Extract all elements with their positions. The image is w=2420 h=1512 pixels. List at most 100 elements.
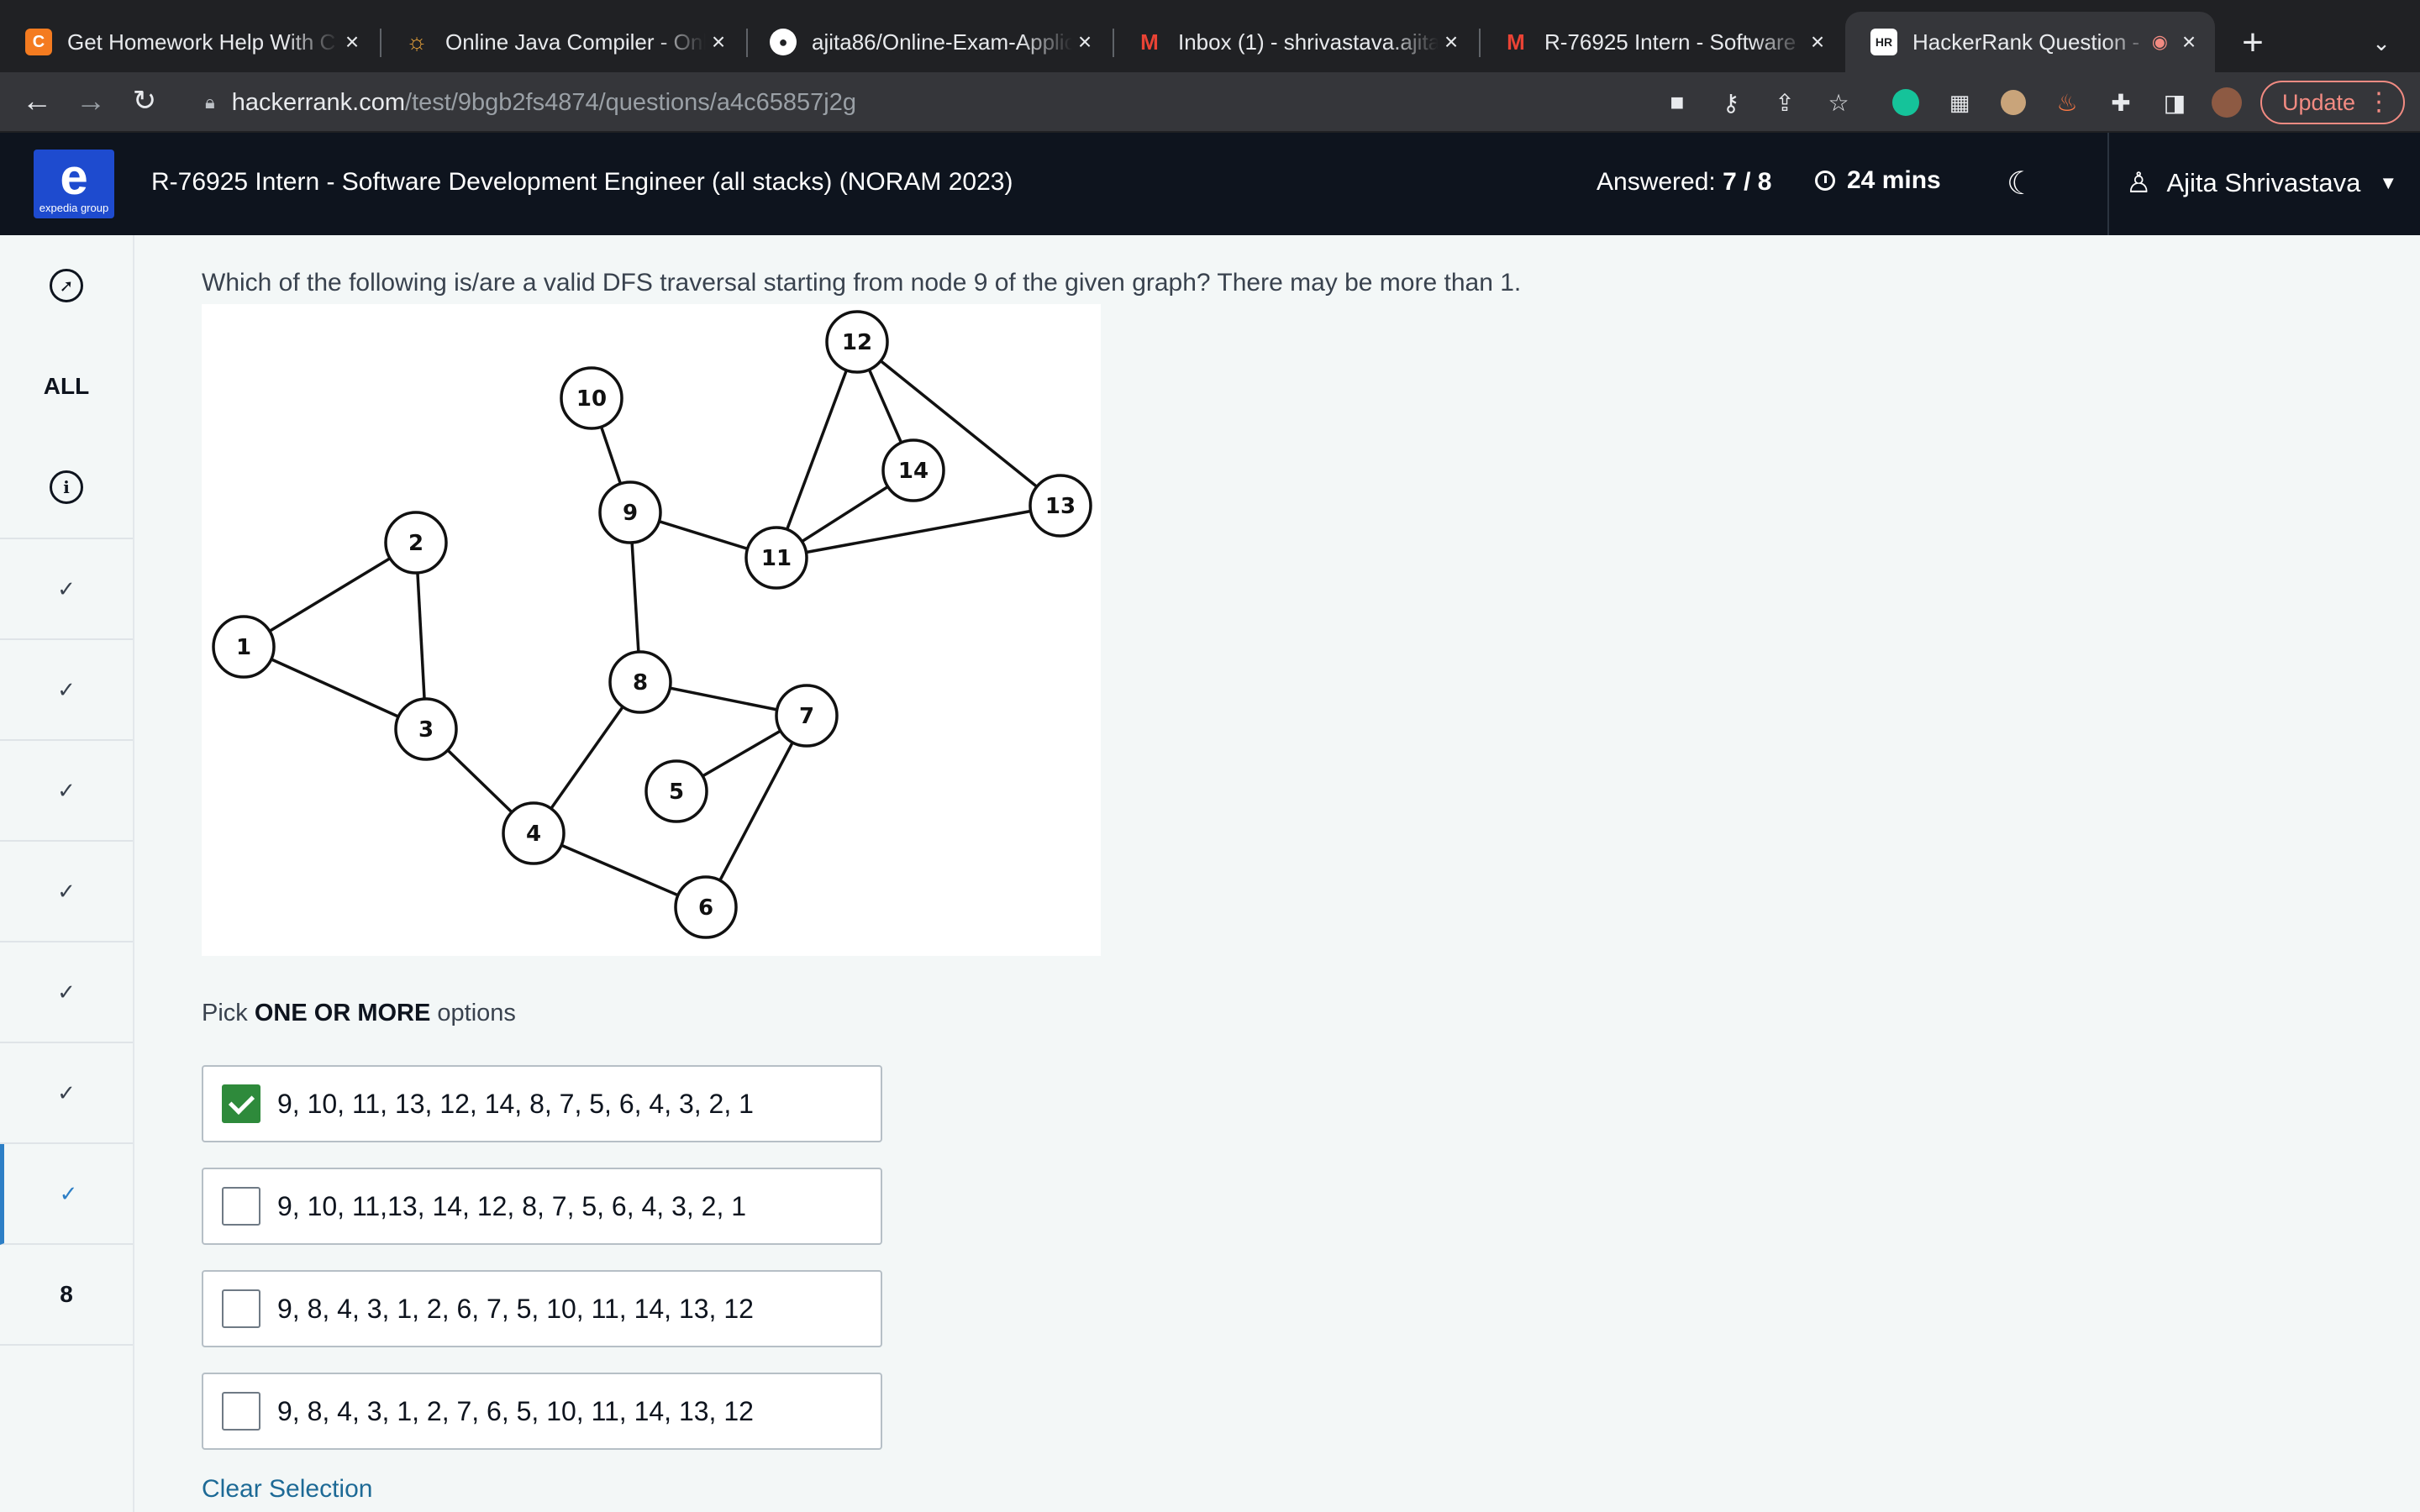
- question-nav-item-3[interactable]: ✓: [0, 741, 133, 842]
- user-icon: ♙: [2126, 167, 2152, 199]
- timer-value: 24 mins: [1847, 166, 1941, 194]
- update-button[interactable]: Update ⋮: [2260, 81, 2405, 124]
- all-label: ALL: [43, 373, 90, 399]
- pick-suffix: options: [437, 1000, 516, 1026]
- question-nav-item-2[interactable]: ✓: [0, 640, 133, 741]
- share-icon[interactable]: ⇪: [1766, 84, 1803, 121]
- option-3-checkbox[interactable]: [222, 1289, 260, 1328]
- option-1-checkbox[interactable]: [222, 1084, 260, 1123]
- grammarly-icon[interactable]: [1887, 84, 1924, 121]
- qr-code-icon[interactable]: ▦: [1941, 84, 1978, 121]
- option-4-text: 9, 8, 4, 3, 1, 2, 7, 6, 5, 10, 11, 14, 1…: [277, 1395, 754, 1426]
- graph-node-label-5: 5: [669, 780, 684, 805]
- update-label: Update: [2282, 89, 2356, 115]
- tab-search-icon[interactable]: ⌄: [2363, 22, 2400, 64]
- gmail-icon: M: [1140, 29, 1159, 55]
- extension-face-icon[interactable]: [1995, 84, 2032, 121]
- close-icon[interactable]: ×: [706, 29, 731, 55]
- option-2[interactable]: 9, 10, 11,13, 14, 12, 8, 7, 5, 6, 4, 3, …: [202, 1168, 882, 1245]
- expedia-logo: e expedia group: [34, 150, 114, 218]
- checkmark-icon: ✓: [59, 1180, 78, 1206]
- question-nav-item-7[interactable]: ✓: [0, 1144, 133, 1245]
- user-name: Ajita Shrivastava: [2166, 168, 2361, 197]
- tab-title: R-76925 Intern - Software: [1544, 29, 1797, 55]
- checkmark-icon: ✓: [57, 575, 76, 601]
- close-icon[interactable]: ×: [339, 29, 365, 55]
- pick-instruction: Pick ONE OR MORE options: [202, 1000, 516, 1027]
- side-panel-icon[interactable]: ◨: [2156, 84, 2193, 121]
- close-icon[interactable]: ×: [1805, 29, 1830, 55]
- question-text: Which of the following is/are a valid DF…: [202, 269, 1522, 297]
- option-1-text: 9, 10, 11, 13, 12, 14, 8, 7, 5, 6, 4, 3,…: [277, 1088, 754, 1119]
- reload-icon[interactable]: ↻: [124, 81, 165, 121]
- graph-node-label-9: 9: [623, 501, 638, 526]
- user-menu[interactable]: ♙ Ajita Shrivastava ▼: [2126, 166, 2397, 200]
- question-nav-item-8[interactable]: 8: [0, 1245, 133, 1346]
- gmail-icon: M: [1507, 29, 1525, 55]
- more-vert-icon: ⋮: [2366, 88, 2391, 116]
- logo-subtext: expedia group: [39, 202, 109, 214]
- collapse-sidebar-button[interactable]: ➚: [0, 235, 133, 336]
- dark-mode-moon-icon[interactable]: ☾: [2007, 165, 2035, 202]
- question-panel: Which of the following is/are a valid DF…: [134, 235, 2420, 1512]
- question-nav-item-4[interactable]: ✓: [0, 842, 133, 942]
- graph-node-label-8: 8: [633, 670, 648, 696]
- question-nav-item-6[interactable]: ✓: [0, 1043, 133, 1144]
- checkmark-icon: ✓: [57, 878, 76, 904]
- graph-node-label-1: 1: [236, 635, 251, 660]
- checkmark-icon: ✓: [57, 979, 76, 1005]
- all-questions-button[interactable]: ALL: [0, 336, 133, 437]
- forward-icon[interactable]: →: [71, 81, 111, 121]
- close-icon[interactable]: ×: [1439, 29, 1464, 55]
- clock-icon: [1815, 171, 1835, 191]
- option-1[interactable]: 9, 10, 11, 13, 12, 14, 8, 7, 5, 6, 4, 3,…: [202, 1065, 882, 1142]
- browser-tab[interactable]: ● ajita86/Online-Exam-Applic ×: [744, 12, 1111, 72]
- back-icon[interactable]: ←: [17, 81, 57, 121]
- tab-title: Get Homework Help With C: [67, 29, 336, 55]
- answered-value: 7 / 8: [1723, 168, 1772, 196]
- key-icon[interactable]: ⚷: [1712, 84, 1749, 121]
- question-nav-item-1[interactable]: ✓: [0, 539, 133, 640]
- browser-tab-strip: C Get Homework Help With C × ☼ Online Ja…: [0, 0, 2420, 72]
- url-path: /test/9bgb2fs4874/questions/a4c65857j2g: [405, 88, 856, 116]
- option-4[interactable]: 9, 8, 4, 3, 1, 2, 7, 6, 5, 10, 11, 14, 1…: [202, 1373, 882, 1450]
- graph-edge-11-12: [775, 341, 859, 559]
- browser-tab[interactable]: M R-76925 Intern - Software ×: [1477, 12, 1844, 72]
- pick-bold: ONE OR MORE: [254, 1000, 431, 1026]
- graph-node-label-4: 4: [526, 822, 541, 847]
- option-3[interactable]: 9, 8, 4, 3, 1, 2, 6, 7, 5, 10, 11, 14, 1…: [202, 1270, 882, 1347]
- browser-tab[interactable]: ☼ Online Java Compiler - Onli ×: [378, 12, 744, 72]
- test-title: R-76925 Intern - Software Development En…: [151, 168, 1013, 196]
- browser-tab[interactable]: C Get Homework Help With C ×: [0, 12, 378, 72]
- close-icon[interactable]: ×: [2176, 29, 2202, 55]
- close-icon[interactable]: ×: [1072, 29, 1097, 55]
- option-4-checkbox[interactable]: [222, 1392, 260, 1431]
- url-host: hackerrank.com: [231, 88, 406, 116]
- graph-node-label-6: 6: [698, 895, 713, 921]
- hackerrank-icon: HR: [1870, 29, 1897, 55]
- browser-tab-active[interactable]: HR HackerRank Question - ◉ ×: [1845, 12, 2215, 72]
- bookmark-star-icon[interactable]: ☆: [1820, 84, 1857, 121]
- logo-letter: e: [60, 149, 88, 205]
- question-navigator: ➚ ALL i ✓ ✓ ✓ ✓ ✓ ✓ ✓ 8: [0, 235, 134, 1512]
- address-bar[interactable]: 🔒︎ hackerrank.com/test/9bgb2fs4874/quest…: [187, 81, 1766, 124]
- clear-selection-link[interactable]: Clear Selection: [202, 1475, 372, 1504]
- camera-icon[interactable]: ■: [1659, 84, 1696, 121]
- browser-tab[interactable]: M Inbox (1) - shrivastava.ajita ×: [1111, 12, 1477, 72]
- profile-avatar-icon[interactable]: [2208, 84, 2245, 121]
- github-icon: ●: [770, 29, 797, 55]
- question-nav-item-5[interactable]: ✓: [0, 942, 133, 1043]
- new-tab-icon[interactable]: +: [2232, 22, 2274, 64]
- timer: 24 mins: [1815, 166, 1941, 195]
- checkmark-icon: ✓: [57, 777, 76, 803]
- graph-node-label-10: 10: [576, 386, 607, 412]
- graph-node-label-13: 13: [1045, 494, 1076, 519]
- extension-flame-icon[interactable]: ♨: [2049, 84, 2086, 121]
- pick-prefix: Pick: [202, 1000, 248, 1026]
- option-3-text: 9, 8, 4, 3, 1, 2, 6, 7, 5, 10, 11, 14, 1…: [277, 1293, 754, 1324]
- graph-node-label-11: 11: [761, 546, 792, 571]
- puzzle-icon[interactable]: ✚: [2102, 84, 2139, 121]
- option-2-checkbox[interactable]: [222, 1187, 260, 1226]
- lock-icon: 🔒︎: [205, 92, 215, 113]
- info-button[interactable]: i: [0, 437, 133, 539]
